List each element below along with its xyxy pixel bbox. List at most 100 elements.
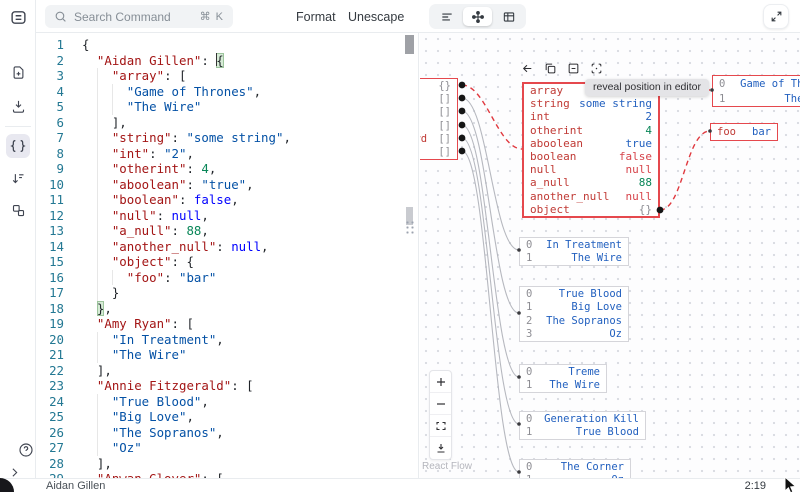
download-image-icon (437, 444, 444, 453)
code-line[interactable]: "Game of Thrones", (82, 83, 404, 99)
transform-icon[interactable] (6, 166, 30, 190)
node-row: aboolean true (530, 136, 652, 150)
code-line[interactable]: "aboolean": "true", (82, 176, 404, 192)
format-button[interactable]: Format (296, 0, 336, 33)
search-icon (55, 11, 66, 22)
code-line[interactable]: "Anwan Glover": [ (82, 471, 404, 478)
graph-node-alexander[interactable]: 0 Generation Kill 1 True Blood (519, 411, 646, 440)
panel-resize-handle[interactable] (405, 220, 415, 234)
code-line[interactable]: "string": "some string", (82, 130, 404, 146)
zoom-out-button[interactable] (430, 393, 451, 415)
code-line[interactable]: "int": "2", (82, 145, 404, 161)
download-image-button[interactable] (430, 437, 451, 459)
code-line[interactable]: "a_null": 88, (82, 223, 404, 239)
fullscreen-button[interactable] (763, 4, 789, 29)
node-row: 1 True Blood (526, 426, 639, 439)
node-row: 0 The Corner (526, 460, 624, 473)
help-icon[interactable] (14, 438, 38, 462)
line-number: 19 (49, 316, 64, 331)
unescape-button[interactable]: Unescape (348, 0, 404, 33)
flow-view-button[interactable] (463, 7, 492, 26)
line-number: 2 (56, 52, 64, 68)
code-line[interactable]: "array": [ (82, 68, 404, 84)
code-line[interactable]: "boolean": false, (82, 192, 404, 208)
code-line[interactable]: ], (82, 456, 404, 472)
code-line[interactable]: "Oz" (82, 440, 404, 456)
line-number: 9 (56, 161, 64, 176)
code-line[interactable]: "otherint": 4, (82, 161, 404, 177)
code-line[interactable]: "The Wire" (82, 99, 404, 115)
line-number: 25 (49, 409, 64, 424)
code-line[interactable]: "foo": "bar" (82, 269, 404, 285)
indent-guide (111, 99, 113, 115)
graph-node-root[interactable]: Aidan Gillen{}Amy Ryan[]Annie Fitzgerald… (420, 78, 458, 160)
graph-node-amy[interactable]: 0 In Treatment 1 The Wire (519, 237, 629, 266)
compare-icon[interactable] (6, 198, 30, 222)
code-line[interactable]: "object": { (82, 254, 404, 270)
back-icon[interactable] (521, 62, 534, 75)
graph-node-anwan[interactable]: 0 Treme 1 The Wire (519, 364, 607, 393)
indent-guide (96, 99, 98, 115)
editor-scrollbar[interactable] (405, 35, 414, 54)
search-placeholder: Search Command (74, 9, 171, 24)
list-view-button[interactable] (432, 7, 461, 26)
graph-node-annie[interactable]: 0 True Blood 1 Big Love 2 The Sopranos 3 Oz (519, 286, 629, 342)
indent-guide (96, 192, 98, 208)
mouse-cursor (784, 476, 797, 492)
json-editor-icon[interactable] (6, 134, 30, 158)
status-bar: Aidan Gillen 2:19 (0, 478, 800, 492)
line-number: 7 (56, 130, 64, 145)
node-row: 1 Big Love (526, 301, 622, 314)
search-command[interactable]: Search Command ⌘ K (45, 5, 233, 28)
line-number: 20 (49, 331, 64, 347)
indent-guide (96, 176, 98, 192)
code-line[interactable]: "Big Love", (82, 409, 404, 425)
line-number: 16 (49, 269, 64, 285)
indent-guide (96, 207, 98, 223)
graph-node-alice[interactable]: 0The Corner1Oz (519, 459, 631, 478)
graph-node-main[interactable]: array[]stringsome stringint2otherint4abo… (522, 82, 660, 218)
fit-view-button[interactable] (430, 415, 451, 437)
code-line[interactable]: "The Wire" (82, 347, 404, 363)
graph-node-foo[interactable]: foo bar (710, 123, 778, 141)
new-file-icon[interactable] (6, 60, 30, 84)
node-row: 0 True Blood (526, 287, 622, 300)
code-line[interactable]: { (82, 37, 404, 53)
code-content[interactable]: { "Aidan Gillen": { "array": [ "Game of … (82, 37, 404, 478)
code-line[interactable]: }, (82, 300, 404, 317)
code-line[interactable]: "null": null, (82, 207, 404, 223)
line-number: 28 (49, 455, 64, 471)
collapse-node-icon[interactable] (567, 62, 580, 75)
node-row: foo bar (717, 126, 771, 138)
code-line[interactable]: "Aidan Gillen": { (82, 52, 404, 69)
icon-sidebar (0, 0, 36, 478)
table-view-button[interactable] (494, 7, 523, 26)
code-line[interactable]: "another_null": null, (82, 238, 404, 254)
code-line[interactable]: "The Sopranos", (82, 424, 404, 440)
code-line[interactable]: ], (82, 114, 404, 130)
node-row: another_null null (530, 189, 652, 203)
focus-node-icon[interactable] (590, 62, 603, 75)
line-number: 29 (36, 471, 64, 478)
app-logo-icon[interactable] (6, 5, 30, 29)
indent-guide (96, 393, 98, 409)
cursor-position-label: 2:19 (744, 479, 766, 492)
indent-guide (96, 440, 98, 456)
code-line[interactable]: "Annie Fitzgerald": [ (82, 378, 404, 394)
graph-canvas[interactable]: Aidan Gillen{}Amy Ryan[]Annie Fitzgerald… (420, 33, 800, 478)
code-line[interactable]: "True Blood", (82, 393, 404, 409)
graph-node-got[interactable]: 0Game of Thrones 1The Wire (712, 75, 800, 107)
download-icon[interactable] (6, 94, 30, 118)
header: Search Command ⌘ K Format Unescape (36, 0, 800, 33)
code-line[interactable]: "Amy Ryan": [ (82, 316, 404, 332)
list-view-icon (441, 13, 452, 20)
copy-icon[interactable] (544, 62, 557, 75)
code-line[interactable]: "In Treatment", (82, 331, 404, 347)
zoom-in-button[interactable] (430, 371, 451, 393)
code-line[interactable]: ], (82, 363, 404, 379)
react-flow-attribution[interactable]: React Flow (422, 461, 472, 472)
line-number: 17 (49, 285, 64, 300)
node-row: Anwan Glover[] (438, 119, 451, 132)
json-code-editor[interactable]: 1 2 3 4 5 6 7 8 9 10 11 12 13 14 15 16 17 18 19 20 21 22 23 24 2… (36, 33, 419, 478)
code-line[interactable]: } (82, 285, 404, 301)
